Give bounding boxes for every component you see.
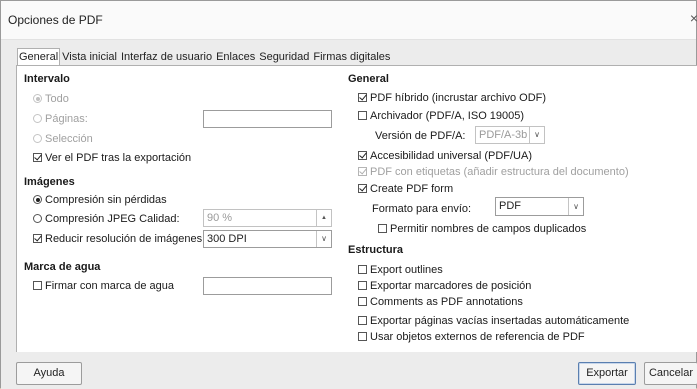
range-pages-label: Páginas:	[45, 113, 88, 125]
checkbox-icon	[358, 316, 367, 325]
archive-pdfa-checkbox[interactable]: Archivador (PDF/A, ISO 19005)	[358, 110, 524, 122]
checkbox-icon	[358, 167, 367, 176]
pdf-options-dialog: Opciones de PDF × General Vista inicial …	[0, 0, 697, 389]
tab-strip: General Vista inicial Interfaz de usuari…	[17, 48, 392, 66]
universal-accessibility-label: Accesibilidad universal (PDF/UA)	[370, 150, 532, 162]
resolution-dropdown[interactable]: 300 DPI ∨	[203, 230, 332, 248]
range-all-label: Todo	[45, 93, 69, 105]
cancel-button[interactable]: Cancelar	[644, 362, 697, 385]
range-all-radio[interactable]: Todo	[33, 93, 69, 105]
checkbox-icon	[358, 332, 367, 341]
radio-icon	[33, 195, 42, 204]
comments-annotations-checkbox[interactable]: Comments as PDF annotations	[358, 296, 523, 308]
structure-heading: Estructura	[348, 244, 404, 256]
view-after-export-label: Ver el PDF tras la exportación	[45, 152, 192, 164]
checkbox-icon	[358, 297, 367, 306]
external-objects-label: Usar objetos externos de referencia de P…	[370, 331, 585, 343]
spinner-arrows-icon[interactable]: ▲▼	[316, 210, 331, 237]
submit-format-label: Formato para envío:	[372, 203, 472, 215]
pages-input[interactable]	[203, 110, 332, 128]
sign-watermark-label: Firmar con marca de agua	[45, 280, 174, 292]
dialog-title: Opciones de PDF	[8, 13, 103, 27]
comments-annotations-label: Comments as PDF annotations	[370, 296, 523, 308]
create-pdf-form-label: Create PDF form	[370, 183, 454, 195]
submit-format-value: PDF	[499, 200, 521, 212]
checkbox-icon	[358, 184, 367, 193]
tab-security[interactable]: Seguridad	[257, 48, 311, 65]
checkbox-icon	[358, 111, 367, 120]
export-empty-pages-checkbox[interactable]: Exportar páginas vacías insertadas autom…	[358, 315, 629, 327]
chevron-down-icon[interactable]: ∨	[316, 231, 331, 247]
range-selection-label: Selección	[45, 133, 93, 145]
tab-links[interactable]: Enlaces	[214, 48, 257, 65]
export-outlines-checkbox[interactable]: Export outlines	[358, 264, 443, 276]
allow-duplicate-names-label: Permitir nombres de campos duplicados	[390, 223, 587, 235]
radio-icon	[33, 134, 42, 143]
reduce-resolution-label: Reducir resolución de imágenes	[45, 233, 203, 245]
tab-user-interface[interactable]: Interfaz de usuario	[119, 48, 214, 65]
external-objects-checkbox[interactable]: Usar objetos externos de referencia de P…	[358, 331, 585, 343]
lossless-compression-radio[interactable]: Compresión sin pérdidas	[33, 194, 167, 206]
pdfa-version-label: Versión de PDF/A:	[375, 130, 466, 142]
watermark-heading: Marca de agua	[24, 261, 101, 273]
pdfa-version-dropdown[interactable]: PDF/A-3b ∨	[475, 126, 545, 144]
images-heading: Imágenes	[24, 176, 75, 188]
radio-icon	[33, 114, 42, 123]
dialog-footer: Ayuda Exportar Cancelar	[1, 352, 697, 389]
export-outlines-label: Export outlines	[370, 264, 443, 276]
range-heading: Intervalo	[24, 73, 70, 85]
pdfa-version-value: PDF/A-3b	[479, 129, 528, 141]
range-pages-radio[interactable]: Páginas:	[33, 113, 88, 125]
chevron-down-icon[interactable]: ∨	[529, 127, 544, 143]
export-empty-pages-label: Exportar páginas vacías insertadas autom…	[370, 315, 630, 327]
checkbox-icon	[378, 224, 387, 233]
jpeg-compression-radio[interactable]: Compresión JPEG Calidad:	[33, 213, 180, 225]
export-bookmarks-checkbox[interactable]: Exportar marcadores de posición	[358, 280, 531, 292]
general-panel: Intervalo Todo Páginas: Selección Ver el…	[16, 65, 697, 352]
tab-digital-signatures[interactable]: Firmas digitales	[311, 48, 392, 65]
checkbox-icon	[358, 93, 367, 102]
checkbox-icon	[358, 265, 367, 274]
jpeg-label: Compresión JPEG Calidad:	[45, 213, 180, 225]
checkbox-icon	[358, 281, 367, 290]
archive-pdfa-label: Archivador (PDF/A, ISO 19005)	[370, 110, 525, 122]
close-icon[interactable]: ×	[690, 10, 697, 26]
submit-format-dropdown[interactable]: PDF ∨	[495, 197, 584, 216]
checkbox-icon	[33, 153, 42, 162]
tab-initial-view[interactable]: Vista inicial	[60, 48, 119, 65]
radio-icon	[33, 94, 42, 103]
jpeg-quality-value: 90 %	[207, 212, 233, 224]
checkbox-icon	[358, 151, 367, 160]
universal-accessibility-checkbox[interactable]: Accesibilidad universal (PDF/UA)	[358, 150, 532, 162]
hybrid-pdf-checkbox[interactable]: PDF híbrido (incrustar archivo ODF)	[358, 92, 546, 104]
title-bar: Opciones de PDF ×	[1, 1, 697, 40]
sign-watermark-checkbox[interactable]: Firmar con marca de agua	[33, 280, 174, 292]
resolution-value: 300 DPI	[207, 233, 247, 245]
help-button[interactable]: Ayuda	[16, 362, 82, 385]
jpeg-quality-spinner[interactable]: 90 % ▲▼	[203, 209, 332, 237]
checkbox-icon	[33, 281, 42, 290]
range-selection-radio[interactable]: Selección	[33, 133, 93, 145]
lossless-label: Compresión sin pérdidas	[45, 194, 167, 206]
general-heading: General	[348, 73, 389, 85]
watermark-input[interactable]	[203, 277, 332, 295]
chevron-down-icon[interactable]: ∨	[568, 198, 583, 215]
tagged-pdf-label: PDF con etiquetas (añadir estructura del…	[370, 166, 629, 178]
checkbox-icon	[33, 234, 42, 243]
export-button[interactable]: Exportar	[578, 362, 636, 385]
tagged-pdf-checkbox[interactable]: PDF con etiquetas (añadir estructura del…	[358, 166, 629, 178]
reduce-resolution-checkbox[interactable]: Reducir resolución de imágenes	[33, 233, 202, 245]
allow-duplicate-names-checkbox[interactable]: Permitir nombres de campos duplicados	[378, 223, 586, 235]
create-pdf-form-checkbox[interactable]: Create PDF form	[358, 183, 453, 195]
tab-general[interactable]: General	[17, 48, 61, 66]
radio-icon	[33, 214, 42, 223]
view-after-export-checkbox[interactable]: Ver el PDF tras la exportación	[33, 152, 191, 164]
export-bookmarks-label: Exportar marcadores de posición	[370, 280, 532, 292]
hybrid-pdf-label: PDF híbrido (incrustar archivo ODF)	[370, 92, 547, 104]
